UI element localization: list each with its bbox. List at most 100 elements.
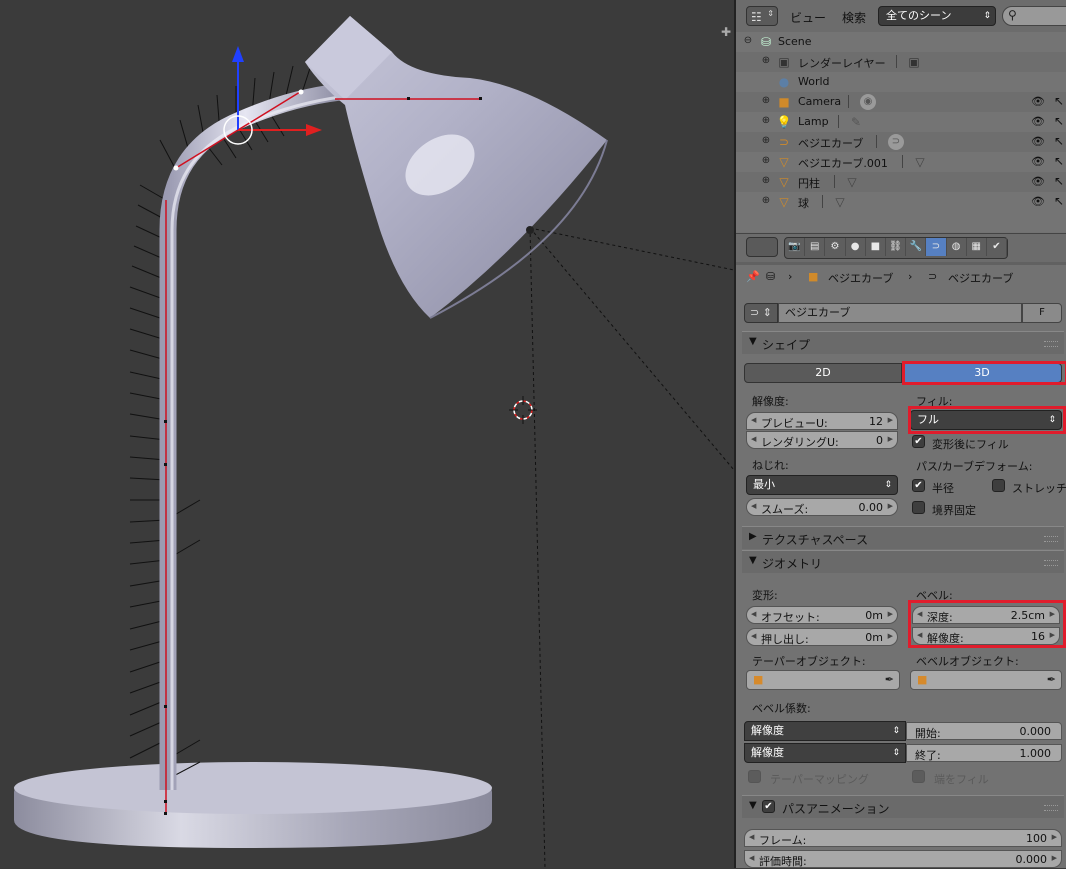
outliner-row-scene[interactable]: ⊖ ⛁ Scene xyxy=(736,32,1066,52)
selectable-arrow-icon[interactable]: ↖ xyxy=(1054,94,1064,108)
drag-grip-icon[interactable] xyxy=(1044,805,1058,811)
viewport-toggle-icon[interactable]: ✚ xyxy=(719,25,733,39)
physics-tab-icon[interactable]: ✔ xyxy=(987,238,1008,256)
world-tab-icon[interactable]: ● xyxy=(846,238,866,256)
outliner-row-bezier-curve-001[interactable]: ⊕ ▽ ベジエカーブ.001 ▽ 👁 ↖ xyxy=(736,152,1066,172)
datablock-name-field[interactable]: ベジエカーブ xyxy=(778,303,1022,323)
stretch-checkbox[interactable] xyxy=(992,479,1005,492)
path-animation-checkbox[interactable]: ✔ xyxy=(762,800,775,813)
mesh-data-icon[interactable]: ▽ xyxy=(844,174,860,190)
bevel-factor-end-field[interactable]: 終了: 1.000 xyxy=(906,744,1062,762)
fake-user-button[interactable]: F xyxy=(1022,303,1062,323)
render-u-field[interactable]: ◀ レンダリングU: 0 ▶ xyxy=(746,431,898,449)
taper-mapping-checkbox[interactable] xyxy=(748,770,761,783)
visibility-eye-icon[interactable]: 👁 xyxy=(1031,175,1045,188)
texture-space-panel-header[interactable]: ▶ テクスチャスペース xyxy=(742,526,1064,549)
expand-icon[interactable]: ⊕ xyxy=(760,115,772,127)
outliner-row-camera[interactable]: ⊕ ■ Camera ◉ 👁 ↖ xyxy=(736,92,1066,112)
bevel-factor-start-mode-select[interactable]: 解像度 ⇕ xyxy=(744,721,906,741)
display-mode-select[interactable]: 全てのシーン ⇕ xyxy=(878,6,996,26)
path-animation-panel-header[interactable]: ▼ ✔ パスアニメーション xyxy=(742,795,1064,818)
smooth-field[interactable]: ◀ スムーズ: 0.00 ▶ xyxy=(746,498,898,516)
path-frames-field[interactable]: ◀ フレーム: 100 ▶ xyxy=(744,829,1062,847)
expand-icon[interactable]: ⊕ xyxy=(760,195,772,207)
editor-type-button[interactable]: ☷ ⇕ xyxy=(746,6,778,26)
bevel-resolution-field[interactable]: ◀ 解像度: 16 ▶ xyxy=(912,627,1060,645)
bevel-depth-field[interactable]: ◀ 深度: 2.5cm ▶ xyxy=(912,606,1060,624)
lamp-shade xyxy=(305,16,608,319)
drag-grip-icon[interactable] xyxy=(1044,341,1058,347)
texture-tab-icon[interactable]: ▦ xyxy=(967,238,987,256)
visibility-eye-icon[interactable]: 👁 xyxy=(1031,195,1045,208)
editor-type-button[interactable] xyxy=(746,237,778,257)
modifiers-tab-icon[interactable]: 🔧 xyxy=(906,238,927,256)
divider xyxy=(876,135,877,148)
drag-grip-icon[interactable] xyxy=(1044,536,1058,542)
collapse-icon[interactable]: ⊖ xyxy=(742,35,754,47)
expand-icon[interactable]: ⊕ xyxy=(760,155,772,167)
curve-icon: ⊃ xyxy=(778,135,790,149)
bevel-factor-start-field[interactable]: 開始: 0.000 xyxy=(906,722,1062,740)
render-layer-icon: ▣ xyxy=(908,55,920,69)
drag-grip-icon[interactable] xyxy=(1044,560,1058,566)
object-tab-icon[interactable]: ■ xyxy=(866,238,886,256)
visibility-eye-icon[interactable]: 👁 xyxy=(1031,95,1045,108)
bevel-factor-end-mode-select[interactable]: 解像度 ⇕ xyxy=(744,743,906,763)
fill-mode-select[interactable]: フル ⇕ xyxy=(910,410,1062,430)
pin-icon[interactable]: 📌 xyxy=(746,270,760,283)
visibility-eye-icon[interactable]: 👁 xyxy=(1031,115,1045,128)
eval-time-field[interactable]: ◀ 評価時間: 0.000 ▶ xyxy=(744,850,1062,868)
material-tab-icon[interactable]: ◍ xyxy=(947,238,967,256)
3d-button[interactable]: 3D xyxy=(902,363,1062,383)
geometry-panel-header[interactable]: ▼ ジオメトリ xyxy=(742,550,1064,573)
shape-panel-header[interactable]: ▼ シェイプ xyxy=(742,331,1064,354)
render-layers-tab-icon[interactable]: ▤ xyxy=(805,238,826,256)
radius-checkbox[interactable]: ✔ xyxy=(912,479,925,492)
eyedropper-icon: ✒ xyxy=(1046,673,1056,686)
search-menu[interactable]: 検索 xyxy=(842,9,866,26)
scene-tab-icon[interactable]: ⚙ xyxy=(825,238,846,256)
curve-data-icon[interactable]: ⊃ xyxy=(888,134,904,150)
2d-button[interactable]: 2D xyxy=(744,363,902,383)
search-input[interactable]: ⚲ xyxy=(1002,6,1066,26)
expand-icon[interactable]: ⊕ xyxy=(760,135,772,147)
constraints-tab-icon[interactable]: ⛓ xyxy=(886,238,907,256)
expand-icon[interactable]: ⊕ xyxy=(760,175,772,187)
visibility-eye-icon[interactable]: 👁 xyxy=(1031,155,1045,168)
expand-icon[interactable]: ⊕ xyxy=(760,95,772,107)
expand-icon[interactable]: ⊕ xyxy=(760,55,772,67)
fill-deformed-checkbox[interactable]: ✔ xyxy=(912,435,925,448)
row-label: レンダーレイヤー xyxy=(798,57,886,70)
outliner-row-lamp[interactable]: ⊕ 💡 Lamp ✎ 👁 ↖ xyxy=(736,112,1066,132)
twist-method-select[interactable]: 最小 ⇕ xyxy=(746,475,898,495)
selectable-arrow-icon[interactable]: ↖ xyxy=(1054,134,1064,148)
camera-data-icon[interactable]: ◉ xyxy=(860,94,876,110)
lamp-data-icon[interactable]: ✎ xyxy=(848,114,864,130)
outliner-row-world[interactable]: ● World xyxy=(736,72,1066,92)
extrude-field[interactable]: ◀ 押し出し: 0m ▶ xyxy=(746,628,898,646)
outliner-row-sphere[interactable]: ⊕ ▽ 球 ▽ 👁 ↖ xyxy=(736,192,1066,212)
render-tab-icon[interactable]: 📷 xyxy=(785,238,806,256)
browse-curve-button[interactable]: ⊃ ⇕ xyxy=(744,303,778,323)
mesh-data-icon[interactable]: ▽ xyxy=(912,154,928,170)
visibility-eye-icon[interactable]: 👁 xyxy=(1031,135,1045,148)
selectable-arrow-icon[interactable]: ↖ xyxy=(1054,114,1064,128)
mesh-data-icon[interactable]: ▽ xyxy=(832,194,848,210)
3d-viewport[interactable]: ✚ xyxy=(0,0,734,868)
offset-field[interactable]: ◀ オフセット: 0m ▶ xyxy=(746,606,898,624)
preview-u-field[interactable]: ◀ プレビューU: 12 ▶ xyxy=(746,412,898,430)
properties-header: 📷 ▤ ⚙ ● ■ ⛓ 🔧 ⊃ ◍ ▦ ✔ xyxy=(736,233,1066,262)
taper-object-field[interactable]: ■ ✒ xyxy=(746,670,900,690)
outliner-row-cylinder[interactable]: ⊕ ▽ 円柱 ▽ 👁 ↖ xyxy=(736,172,1066,192)
curve-data-tab-icon[interactable]: ⊃ xyxy=(926,238,947,256)
fill-caps-checkbox[interactable] xyxy=(912,770,925,783)
selectable-arrow-icon[interactable]: ↖ xyxy=(1054,194,1064,208)
breadcrumb-data: ベジエカーブ xyxy=(948,272,1014,285)
view-menu[interactable]: ビュー xyxy=(790,9,826,26)
outliner-row-render-layers[interactable]: ⊕ ▣ レンダーレイヤー ▣ xyxy=(736,52,1066,72)
selectable-arrow-icon[interactable]: ↖ xyxy=(1054,174,1064,188)
selectable-arrow-icon[interactable]: ↖ xyxy=(1054,154,1064,168)
outliner-row-bezier-curve[interactable]: ⊕ ⊃ ベジエカーブ ⊃ 👁 ↖ xyxy=(736,132,1066,152)
bevel-object-field[interactable]: ■ ✒ xyxy=(910,670,1062,690)
bounds-clamp-checkbox[interactable] xyxy=(912,501,925,514)
